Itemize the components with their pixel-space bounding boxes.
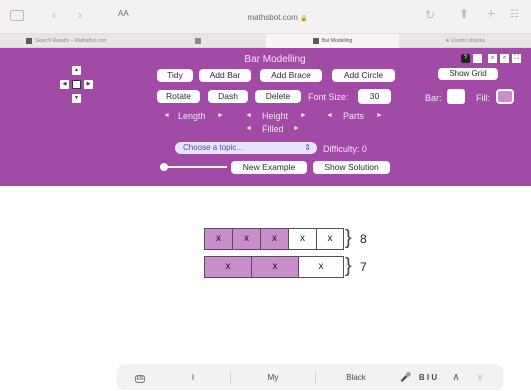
brace-label: 8 [360, 232, 367, 246]
url-text: mathsbot.com [247, 13, 298, 22]
filled-increase-icon[interactable]: ► [293, 125, 300, 132]
height-increase-icon[interactable]: ► [300, 112, 307, 119]
tab-search-results[interactable]: Search Results – MathsBot.com [0, 34, 133, 48]
add-bar-button[interactable]: Add Bar [199, 69, 251, 82]
move-down-icon[interactable]: ▼ [72, 94, 81, 103]
back-icon[interactable]: ‹ [52, 9, 56, 21]
center-icon[interactable] [72, 80, 81, 89]
sidebar-icon[interactable] [10, 10, 24, 21]
divider [230, 372, 231, 383]
chevron-updown-icon: ⇕ [304, 143, 311, 152]
bar-color-swatch[interactable] [447, 89, 465, 104]
add-brace-button[interactable]: Add Brace [260, 69, 322, 82]
topic-select[interactable]: Choose a topic... ⇕ [175, 142, 317, 154]
bar-cell[interactable]: x [299, 257, 343, 277]
fill-color-swatch[interactable] [496, 89, 514, 104]
tab-overview-icon[interactable]: ☷ [510, 9, 519, 21]
lock-icon: 🔒 [300, 16, 308, 22]
bar-1[interactable]: x x x x x [204, 228, 344, 250]
tab-blank[interactable] [133, 34, 266, 48]
show-solution-button[interactable]: Show Solution [313, 161, 390, 174]
bar-cell[interactable]: x [261, 229, 289, 249]
reload-icon[interactable]: ↻ [425, 9, 435, 21]
bar-2[interactable]: x x x [204, 256, 344, 278]
app-toolbar: ▲ ◀ ▶ ▼ Bar Modelling Tidy Add Bar Add B… [0, 48, 531, 186]
new-tab-icon[interactable]: + [487, 6, 495, 20]
bar-cell[interactable]: x [233, 229, 261, 249]
difficulty-slider-track[interactable] [163, 166, 227, 168]
parts-decrease-icon[interactable]: ◄ [326, 112, 333, 119]
address-bar[interactable]: mathsbot.com 🔒 [155, 9, 400, 26]
difficulty-slider-thumb[interactable] [160, 163, 168, 171]
suggestion-2[interactable]: My [258, 366, 288, 389]
move-up-icon[interactable]: ▲ [72, 66, 81, 75]
tab-bar-modelling[interactable]: Bar Modelling [266, 34, 399, 48]
tab-home[interactable]: ★ Úvodní stránka [399, 34, 531, 48]
new-example-button[interactable]: New Example [231, 161, 307, 174]
chevron-up-icon[interactable]: ∧ [450, 366, 462, 389]
divider [315, 372, 316, 383]
bar-cell[interactable]: x [317, 229, 343, 249]
font-size-input[interactable]: 30 [358, 89, 391, 104]
format-button[interactable]: B I U [416, 366, 440, 389]
blank-icon[interactable] [473, 54, 482, 63]
length-decrease-icon[interactable]: ◄ [163, 112, 170, 119]
chevron-down-icon[interactable]: ∨ [474, 366, 486, 389]
dictation-icon[interactable]: 🎤 [400, 366, 412, 389]
share-icon[interactable]: ⬆ [459, 8, 469, 20]
fill-color-label: Fill: [476, 93, 490, 103]
delete-button[interactable]: Delete [255, 90, 301, 103]
suggestion-3[interactable]: Black [338, 366, 374, 389]
parts-label: Parts [343, 111, 365, 121]
language-button[interactable]: EN [132, 366, 148, 389]
filled-decrease-icon[interactable]: ◄ [245, 125, 252, 132]
height-label: Height [262, 111, 289, 121]
zoom-in-icon[interactable]: ⌕ [488, 54, 497, 63]
show-grid-button[interactable]: Show Grid [438, 68, 498, 80]
difficulty-label: Difficulty: 0 [323, 144, 367, 154]
topic-select-value: Choose a topic... [183, 143, 244, 152]
add-circle-button[interactable]: Add Circle [332, 69, 395, 82]
keyboard-shortcut-bar: EN I My Black 🎤 B I U ∧ ∨ [118, 366, 502, 389]
favicon-icon [26, 37, 33, 44]
move-left-icon[interactable]: ◀ [60, 80, 69, 89]
favicon-icon [195, 37, 201, 44]
length-increase-icon[interactable]: ► [217, 112, 224, 119]
suggestion-1[interactable]: I [178, 366, 208, 389]
tidy-button[interactable]: Tidy [157, 69, 193, 82]
brace-label: 7 [360, 260, 367, 274]
bar-cell[interactable]: x [205, 229, 233, 249]
app-title: Bar Modelling [244, 54, 306, 65]
bar-color-label: Bar: [425, 93, 442, 103]
text-size-button[interactable]: AA [118, 9, 129, 18]
zoom-out-icon[interactable]: ⌕ [500, 54, 509, 63]
bar-cell[interactable]: x [289, 229, 317, 249]
fullscreen-icon[interactable]: ⛶ [512, 54, 521, 63]
font-size-label: Font Size: [308, 92, 349, 102]
dash-button[interactable]: Dash [208, 90, 248, 103]
brace-icon[interactable]: } [345, 254, 352, 278]
forward-icon[interactable]: › [78, 9, 82, 21]
bar-cell[interactable]: x [205, 257, 252, 277]
drawing-canvas[interactable]: x x x x x } 8 x x x } 7 [0, 186, 531, 391]
move-right-icon[interactable]: ▶ [84, 80, 93, 89]
brace-icon[interactable]: } [345, 226, 352, 250]
filled-label: Filled [262, 124, 284, 134]
rotate-button[interactable]: Rotate [157, 90, 200, 103]
height-decrease-icon[interactable]: ◄ [245, 112, 252, 119]
bar-cell[interactable]: x [252, 257, 299, 277]
tab-bar: Search Results – MathsBot.com Bar Modell… [0, 34, 531, 48]
help-icon[interactable]: ? [461, 54, 470, 63]
browser-toolbar: ‹ › AA mathsbot.com 🔒 ↻ ⬆ + ☷ [0, 0, 531, 34]
length-label: Length [178, 111, 206, 121]
favicon-icon [312, 37, 319, 44]
parts-increase-icon[interactable]: ► [376, 112, 383, 119]
